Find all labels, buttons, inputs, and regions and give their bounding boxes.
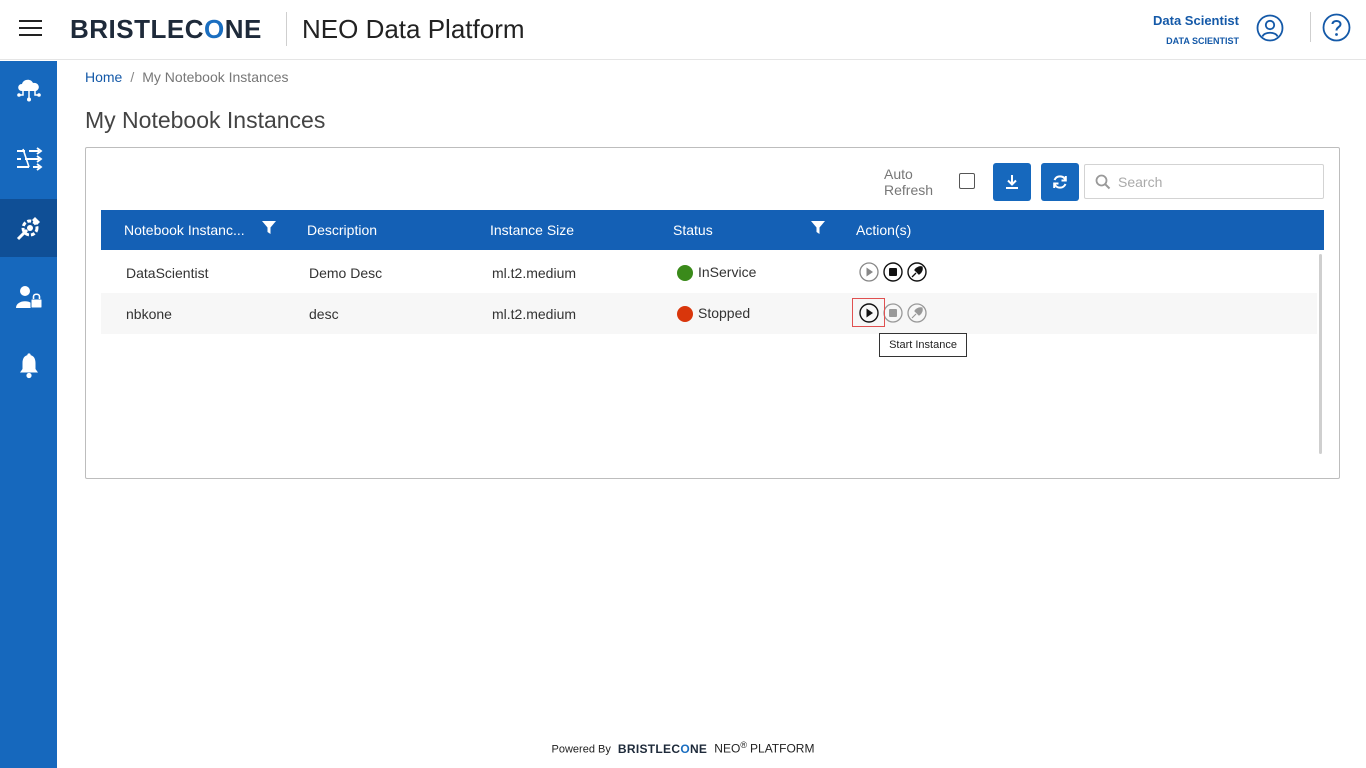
footer-registered-mark: ®	[740, 740, 747, 750]
table-scrollbar[interactable]	[1319, 254, 1322, 454]
cell-notebook-name: nbkone	[126, 306, 172, 322]
footer-powered-by: Powered By	[551, 743, 611, 756]
breadcrumb-home-link[interactable]: Home	[85, 69, 122, 85]
user-role: DATA SCIENTIST	[1166, 36, 1239, 46]
column-header-description[interactable]: Description	[307, 222, 377, 238]
sidebar-item-pipeline[interactable]	[0, 130, 57, 188]
breadcrumb: Home / My Notebook Instances	[85, 69, 289, 85]
download-button[interactable]	[993, 163, 1031, 201]
tools-icon	[16, 217, 40, 241]
footer-platform: PLATFORM	[750, 741, 815, 756]
user-admin-icon	[15, 286, 42, 309]
cloud-network-icon	[16, 79, 41, 102]
footer-neo: NEO	[714, 741, 741, 756]
header-divider-2	[1310, 12, 1311, 42]
sidebar-item-notifications[interactable]	[0, 337, 57, 395]
sidebar-item-cloud[interactable]	[0, 61, 57, 119]
bristlecone-logo: BRISTLECONE	[70, 14, 262, 44]
header-divider	[286, 12, 287, 46]
launch-instance-icon[interactable]	[907, 303, 927, 323]
hamburger-menu-icon[interactable]	[19, 20, 42, 38]
footer: Powered By BRISTLECONE NEO® PLATFORM	[0, 740, 1366, 756]
breadcrumb-separator: /	[130, 69, 135, 85]
top-header: BRISTLECONE NEO Data Platform Data Scien…	[0, 0, 1366, 60]
download-icon	[1006, 175, 1018, 189]
search-box	[1084, 164, 1324, 199]
filter-icon[interactable]	[811, 221, 825, 235]
auto-refresh-checkbox[interactable]	[959, 173, 975, 189]
cell-instance-size: ml.t2.medium	[492, 265, 577, 281]
cell-status: InService	[698, 264, 757, 280]
cell-instance-size: ml.t2.medium	[492, 306, 577, 322]
column-header-notebook-instance[interactable]: Notebook Instanc...	[124, 222, 245, 238]
refresh-icon	[1053, 175, 1067, 189]
column-header-actions: Action(s)	[856, 222, 912, 238]
status-dot-inservice	[677, 265, 693, 281]
column-header-status[interactable]: Status	[673, 222, 713, 238]
status-dot-stopped	[677, 306, 693, 322]
refresh-button[interactable]	[1041, 163, 1079, 201]
column-header-instance-size[interactable]: Instance Size	[490, 222, 574, 238]
filter-icon[interactable]	[262, 221, 276, 235]
cell-description: Demo Desc	[309, 265, 383, 281]
user-name[interactable]: Data Scientist	[1153, 13, 1239, 28]
cell-description: desc	[309, 306, 339, 322]
start-instance-icon[interactable]	[859, 262, 879, 282]
footer-brand-logo: BRISTLECONE	[617, 741, 708, 756]
start-instance-tooltip: Start Instance	[879, 333, 967, 357]
stop-instance-icon[interactable]	[883, 262, 903, 282]
cell-notebook-name: DataScientist	[126, 265, 209, 281]
search-icon	[1095, 174, 1111, 190]
table-header: Notebook Instanc... Description Instance…	[101, 210, 1324, 250]
platform-title: NEO Data Platform	[302, 14, 525, 44]
sidebar	[0, 61, 57, 768]
pipeline-icon	[16, 147, 42, 171]
help-icon[interactable]	[1322, 13, 1351, 42]
page-title: My Notebook Instances	[85, 107, 326, 133]
auto-refresh-label: Auto Refresh	[884, 166, 934, 198]
table-row: nbkone desc ml.t2.medium Stopped	[101, 293, 1317, 334]
user-profile-icon[interactable]	[1256, 14, 1284, 42]
search-input[interactable]	[1118, 171, 1318, 193]
table-row: DataScientist Demo Desc ml.t2.medium InS…	[101, 252, 1317, 293]
bell-icon	[19, 353, 38, 379]
launch-instance-icon[interactable]	[907, 262, 927, 282]
breadcrumb-current: My Notebook Instances	[142, 69, 289, 85]
focus-highlight	[852, 298, 885, 327]
cell-status: Stopped	[698, 305, 751, 321]
sidebar-item-tools[interactable]	[0, 199, 57, 257]
sidebar-item-user-admin[interactable]	[0, 268, 57, 326]
stop-instance-icon[interactable]	[883, 303, 903, 323]
